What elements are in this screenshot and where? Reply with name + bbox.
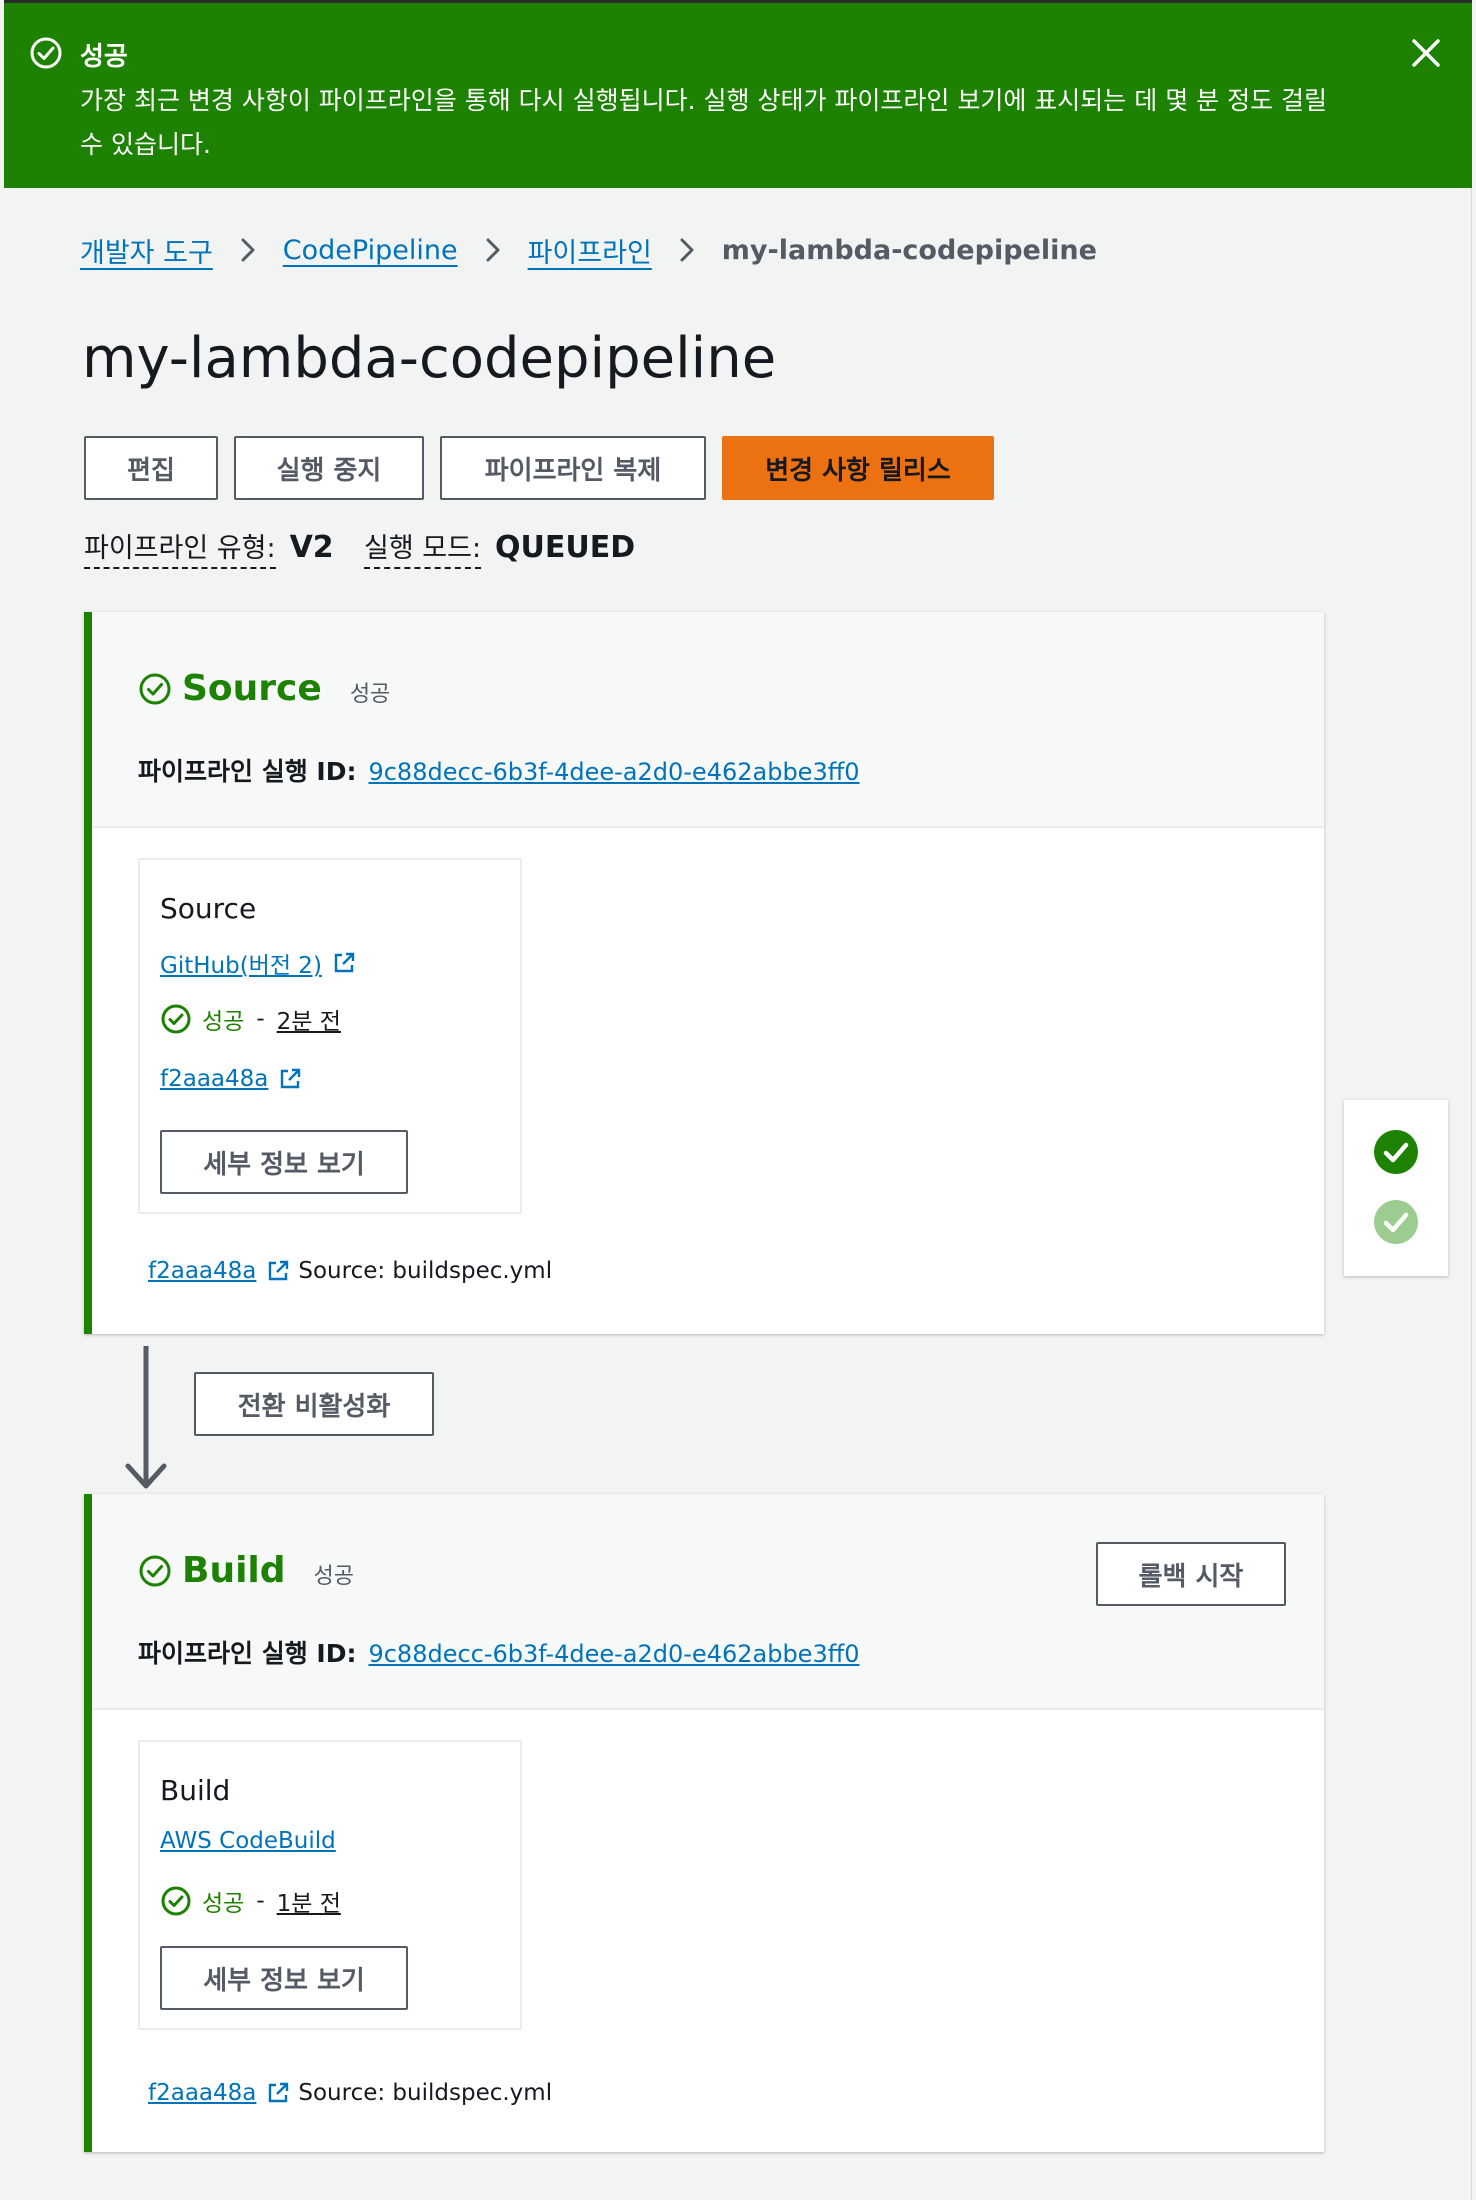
close-icon[interactable] xyxy=(1406,33,1446,73)
footer-source: Source: buildspec.yml xyxy=(298,2080,553,2106)
stage-name: Build xyxy=(182,1550,286,1591)
stage-source: Source 성공 파이프라인 실행 ID: 9c88decc-6b3f-4de… xyxy=(84,612,1324,1334)
execution-mode-label: 실행 모드: xyxy=(364,526,482,569)
stage-build: Build 성공 파이프라인 실행 ID: 9c88decc-6b3f-4dee… xyxy=(84,1494,1324,2152)
edit-button[interactable]: 편집 xyxy=(84,436,218,500)
chevron-right-icon xyxy=(486,238,500,262)
execution-mode-value: QUEUED xyxy=(495,530,636,565)
breadcrumb-link-codepipeline[interactable]: CodePipeline xyxy=(283,235,458,266)
view-details-button[interactable]: 세부 정보 보기 xyxy=(160,1130,408,1194)
execution-id-label: 파이프라인 실행 ID: xyxy=(138,1639,357,1668)
check-circle-icon xyxy=(139,1555,171,1586)
disable-transition-button[interactable]: 전환 비활성화 xyxy=(194,1372,434,1436)
execution-id-link[interactable]: 9c88decc-6b3f-4dee-a2d0-e462abbe3ff0 xyxy=(368,1640,859,1668)
view-details-button[interactable]: 세부 정보 보기 xyxy=(160,1946,408,2010)
status-text: 성공 xyxy=(202,1891,245,1917)
pipeline-type-label: 파이프라인 유형: xyxy=(84,526,276,569)
stage-name: Source xyxy=(182,668,322,709)
execution-mode-meta: 실행 모드: QUEUED xyxy=(364,526,635,569)
action-provider-link[interactable]: AWS CodeBuild xyxy=(160,1828,336,1854)
action-status: 성공 - 2분 전 xyxy=(160,1002,341,1036)
flash-message: 가장 최근 변경 사항이 파이프라인을 통해 다시 실행됩니다. 실행 상태가 … xyxy=(80,86,1328,159)
check-circle-icon xyxy=(30,37,62,69)
stop-execution-button[interactable]: 실행 중지 xyxy=(234,436,424,500)
pipeline-type-value: V2 xyxy=(289,530,334,565)
commit-link[interactable]: f2aaa48a xyxy=(160,1066,302,1092)
check-circle-icon xyxy=(139,673,171,704)
success-flash-banner: 성공 가장 최근 변경 사항이 파이프라인을 통해 다시 실행됩니다. 실행 상… xyxy=(4,0,1472,188)
breadcrumb-current: my-lambda-codepipeline xyxy=(721,234,1097,266)
stage-header: Build 성공 파이프라인 실행 ID: 9c88decc-6b3f-4dee… xyxy=(92,1494,1324,1710)
breadcrumb: 개발자 도구 CodePipeline 파이프라인 my-lambda-code… xyxy=(80,230,1097,270)
external-link-icon xyxy=(269,1260,289,1281)
footer-source: Source: buildspec.yml xyxy=(298,1258,553,1284)
stage-footer: f2aaa48a Source: buildspec.yml xyxy=(148,2080,552,2106)
start-rollback-button[interactable]: 롤백 시작 xyxy=(1096,1542,1286,1606)
external-link-icon xyxy=(334,952,355,973)
stage-status-panel xyxy=(1344,1100,1448,1276)
status-time[interactable]: 1분 전 xyxy=(277,1884,341,1918)
pipeline-type-meta: 파이프라인 유형: V2 xyxy=(84,526,334,569)
stage-status: 성공 xyxy=(313,1563,355,1589)
chevron-right-icon xyxy=(680,238,694,262)
stage-status: 성공 xyxy=(349,681,391,707)
external-link-icon xyxy=(269,2082,289,2103)
flash-title: 성공 xyxy=(80,42,128,72)
breadcrumb-link-developer-tools[interactable]: 개발자 도구 xyxy=(80,231,213,270)
check-circle-icon xyxy=(161,1886,191,1916)
arrow-down-icon xyxy=(125,1346,167,1489)
check-circle-filled-icon[interactable] xyxy=(1372,1128,1420,1176)
stage-footer: f2aaa48a Source: buildspec.yml xyxy=(148,1258,552,1284)
stage-header: Source 성공 파이프라인 실행 ID: 9c88decc-6b3f-4de… xyxy=(92,612,1324,828)
footer-commit-link[interactable]: f2aaa48a xyxy=(148,1258,256,1284)
release-change-button[interactable]: 변경 사항 릴리스 xyxy=(722,436,994,500)
page-title: my-lambda-codepipeline xyxy=(82,326,777,391)
external-link-icon xyxy=(281,1068,301,1089)
execution-id-label: 파이프라인 실행 ID: xyxy=(138,757,357,786)
action-card-source: Source GitHub(버전 2) 성공 - 2분 전 f2aaa48a 세 xyxy=(138,858,522,1214)
action-name: Build xyxy=(160,1774,231,1807)
footer-commit-link[interactable]: f2aaa48a xyxy=(148,2080,256,2106)
action-provider-text: GitHub(버전 2) xyxy=(160,953,322,979)
status-text: 성공 xyxy=(202,1009,245,1035)
check-circle-light-icon[interactable] xyxy=(1372,1198,1420,1246)
clone-pipeline-button[interactable]: 파이프라인 복제 xyxy=(440,436,706,500)
action-status: 성공 - 1분 전 xyxy=(160,1884,341,1918)
status-separator: - xyxy=(256,1006,265,1032)
status-separator: - xyxy=(256,1888,265,1914)
commit-id: f2aaa48a xyxy=(160,1066,269,1092)
chevron-right-icon xyxy=(241,238,255,262)
action-card-build: Build AWS CodeBuild 성공 - 1분 전 세부 정보 보기 xyxy=(138,1740,522,2030)
action-provider-link[interactable]: GitHub(버전 2) xyxy=(160,946,356,980)
status-time[interactable]: 2분 전 xyxy=(277,1002,341,1036)
breadcrumb-link-pipelines[interactable]: 파이프라인 xyxy=(528,231,652,270)
execution-id-link[interactable]: 9c88decc-6b3f-4dee-a2d0-e462abbe3ff0 xyxy=(368,758,859,786)
action-name: Source xyxy=(160,892,257,925)
check-circle-icon xyxy=(161,1004,191,1034)
